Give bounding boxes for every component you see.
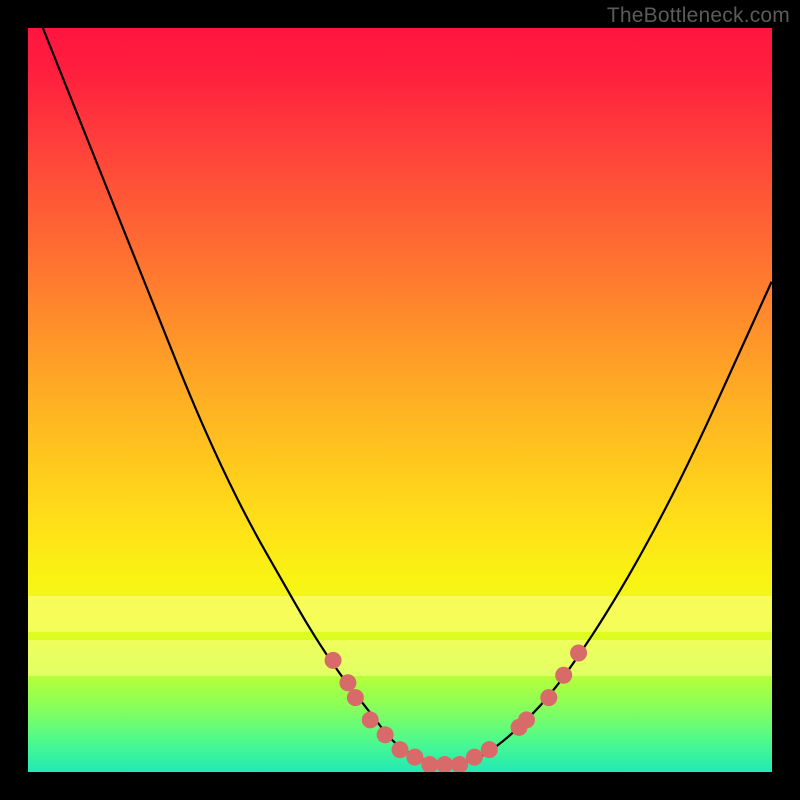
marker-dot	[377, 726, 394, 743]
marker-dot	[540, 689, 557, 706]
marker-dot	[466, 749, 483, 766]
marker-dot	[451, 756, 468, 772]
marker-dot	[481, 741, 498, 758]
marker-dot	[392, 741, 409, 758]
watermark-text: TheBottleneck.com	[607, 4, 790, 28]
marker-dot	[421, 756, 438, 772]
marker-dot	[339, 674, 356, 691]
chart-plot-area	[28, 28, 772, 772]
chart-svg	[28, 28, 772, 772]
marker-dot	[555, 667, 572, 684]
marker-dot	[570, 644, 587, 661]
marker-group	[325, 644, 588, 772]
marker-dot	[362, 711, 379, 728]
marker-dot	[436, 756, 453, 772]
bottleneck-curve-path	[43, 28, 772, 765]
marker-dot	[518, 711, 535, 728]
marker-dot	[325, 652, 342, 669]
marker-dot	[347, 689, 364, 706]
marker-dot	[406, 749, 423, 766]
